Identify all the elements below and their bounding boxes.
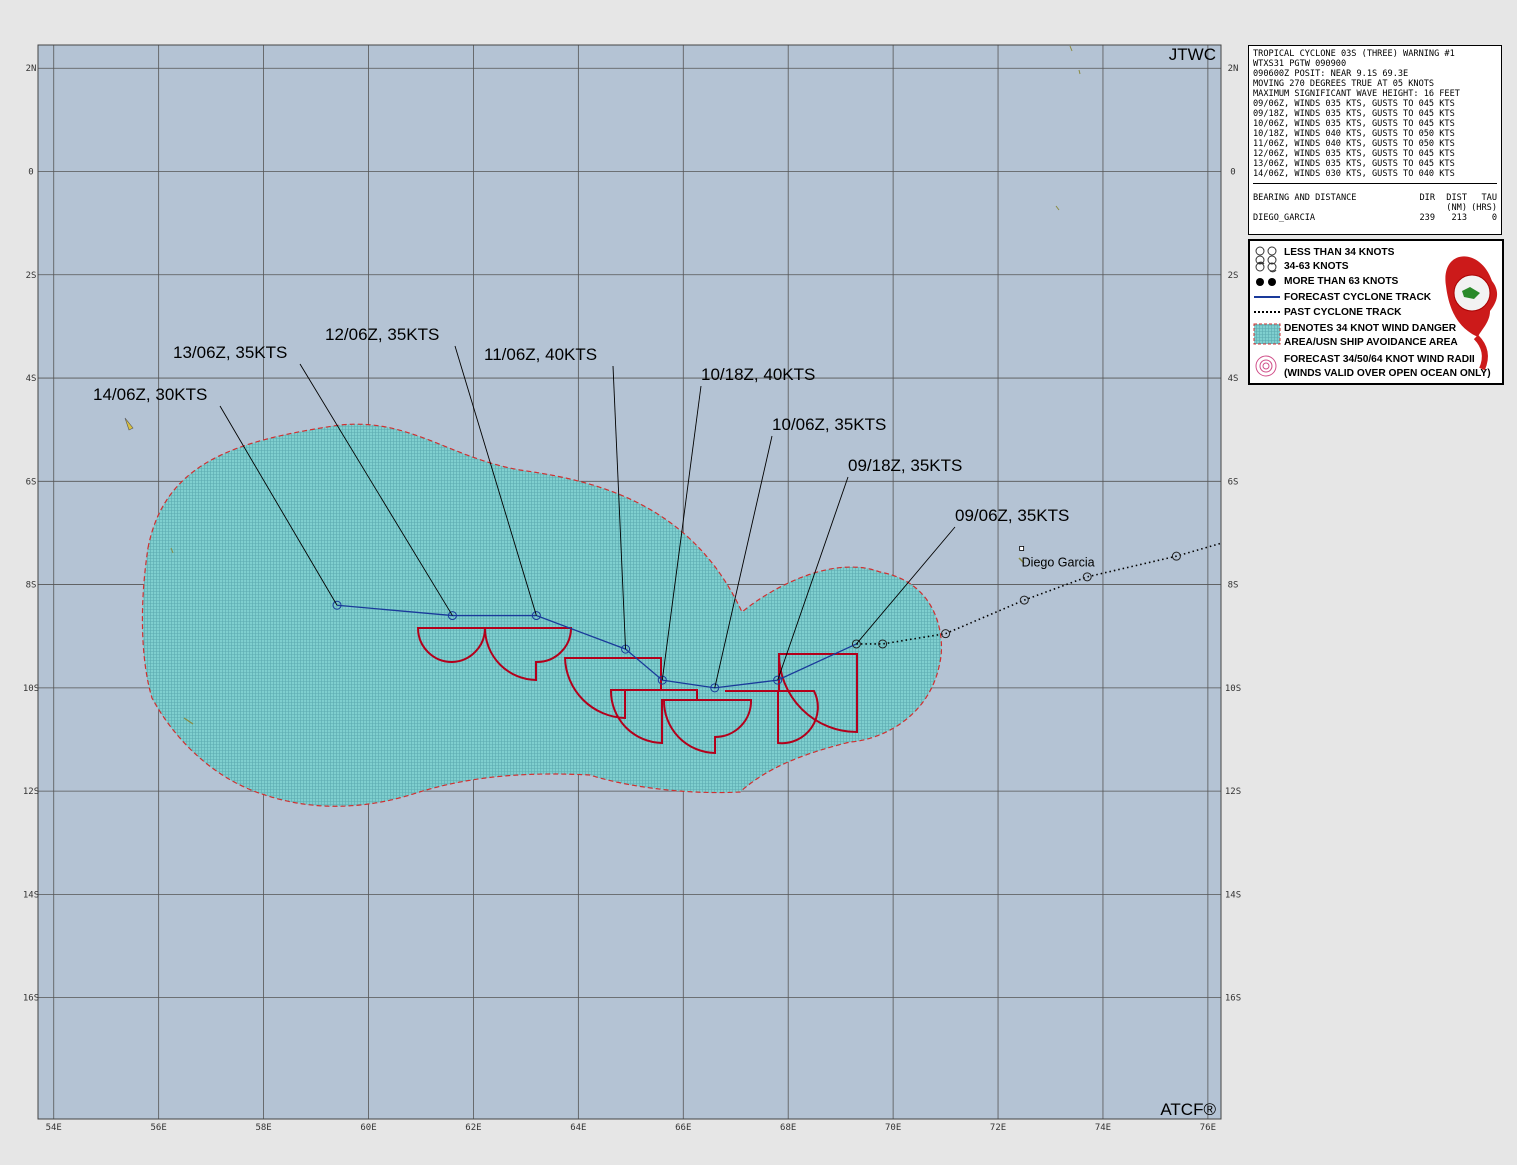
lon-tick-label: 74E [1095,1123,1111,1133]
lon-tick-label: 66E [675,1123,691,1133]
warning-line: WTXS31 PGTW 090900 [1253,59,1347,69]
filled-symbol-icon [1256,278,1276,286]
bearing-dir-header: DIR [1419,193,1435,203]
lat-tick-label-left: 0 [28,168,33,178]
lon-tick-label: 54E [46,1123,62,1133]
lon-tick-label: 64E [570,1123,586,1133]
lon-tick-label: 58E [255,1123,271,1133]
lat-tick-label-left: 4S [26,374,37,384]
lon-tick-label: 76E [1200,1123,1216,1133]
bearing-label: BEARING AND DISTANCE [1253,193,1357,203]
lat-tick-label-left: 6S [26,477,37,487]
bearing-units-row: (NM) (HRS) [1253,203,1497,213]
open-circle-icon [1255,246,1277,265]
legend-panel: LESS THAN 34 KNOTS 34-63 KNOTS MORE THAN 6… [1248,239,1504,385]
legend-item: AREA/USN SHIP AVOIDANCE AREA [1284,337,1458,348]
warning-line: 10/06Z, WINDS 035 KTS, GUSTS TO 045 KTS [1253,119,1455,129]
jtwc-logo [1445,256,1498,371]
diego-garcia-marker-icon [1019,546,1025,551]
legend-item: MORE THAN 63 KNOTS [1284,276,1399,287]
legend-item: FORECAST CYCLONE TRACK [1284,292,1432,303]
warning-line: 14/06Z, WINDS 030 KTS, GUSTS TO 040 KTS [1253,169,1455,179]
bearing-place: DIEGO_GARCIA [1253,213,1316,223]
danger-area-swatch-icon [1253,323,1281,345]
bearing-dist-header: DIST [1446,193,1467,203]
warning-line: MAXIMUM SIGNIFICANT WAVE HEIGHT: 16 FEET [1253,89,1460,99]
forecast-callout-label: 13/06Z, 35KTS [173,343,287,362]
forecast-callout-label: 14/06Z, 30KTS [93,385,207,404]
lon-tick-label: 70E [885,1123,901,1133]
lat-tick-label-right: 8S [1228,581,1239,591]
legend-item: DENOTES 34 KNOT WIND DANGER [1284,323,1457,334]
lat-tick-label-left: 16S [23,994,39,1004]
hurricane-symbol-icon [1255,261,1277,273]
atcf-label: ATCF® [1160,1100,1216,1119]
bearing-tau-header: TAU [1481,193,1497,203]
warning-line: 090600Z POSIT: NEAR 9.1S 69.3E [1253,69,1409,79]
bearing-header-row: BEARING AND DISTANCE DIR DIST TAU [1253,193,1497,203]
warning-title: TROPICAL CYCLONE 03S (THREE) WARNING #1 [1253,49,1455,59]
lat-tick-label-right: 2S [1228,271,1239,281]
warning-line: 12/06Z, WINDS 035 KTS, GUSTS TO 045 KTS [1253,149,1455,159]
lat-tick-label-left: 14S [23,890,39,900]
warning-line: 09/06Z, WINDS 035 KTS, GUSTS TO 045 KTS [1253,99,1455,109]
warning-line: 09/18Z, WINDS 035 KTS, GUSTS TO 045 KTS [1253,109,1455,119]
lon-tick-label: 56E [151,1123,167,1133]
lat-tick-label-right: 6S [1228,477,1239,487]
warning-line: 11/06Z, WINDS 040 KTS, GUSTS TO 050 KTS [1253,139,1455,149]
lon-tick-label: 62E [465,1123,481,1133]
lat-tick-label-right: 2N [1228,64,1239,74]
bearing-dist-value: 213 [1451,213,1467,223]
forecast-callout-label: 09/18Z, 35KTS [848,456,962,475]
lat-tick-label-left: 12S [23,787,39,797]
bearing-dist-unit: (NM) [1446,203,1467,213]
lat-tick-label-left: 2S [26,271,37,281]
bearing-tau-unit: (HRS) [1471,203,1497,213]
forecast-callout-label: 12/06Z, 35KTS [325,325,439,344]
warning-line: 10/18Z, WINDS 040 KTS, GUSTS TO 050 KTS [1253,129,1455,139]
forecast-callout-label: 10/18Z, 40KTS [701,365,815,384]
lat-tick-label-right: 10S [1225,684,1241,694]
place-label: Diego Garcia [1022,555,1095,569]
warning-line: 13/06Z, WINDS 035 KTS, GUSTS TO 045 KTS [1253,159,1455,169]
wind-radii-icon [1255,355,1277,377]
lon-tick-label: 68E [780,1123,796,1133]
lat-tick-label-right: 14S [1225,890,1241,900]
forecast-callout-label: 09/06Z, 35KTS [955,506,1069,525]
lat-tick-label-right: 16S [1225,994,1241,1004]
forecast-callout-label: 11/06Z, 40KTS [484,345,597,364]
warning-line: MOVING 270 DEGREES TRUE AT 05 KNOTS [1253,79,1435,89]
legend-item: 34-63 KNOTS [1284,261,1349,272]
lat-tick-label-right: 4S [1228,374,1239,384]
lat-tick-label-right: 0 [1230,168,1235,178]
legend-item: (WINDS VALID OVER OPEN OCEAN ONLY) [1284,368,1491,379]
lat-tick-label-right: 12S [1225,787,1241,797]
lon-tick-label: 72E [990,1123,1006,1133]
bearing-data-row: DIEGO_GARCIA 239 213 0 [1253,213,1497,223]
jtwc-label: JTWC [1169,45,1216,64]
bearing-tau-value: 0 [1491,213,1497,223]
legend-item: LESS THAN 34 KNOTS [1284,247,1395,258]
warning-divider [1253,183,1497,184]
lon-tick-label: 60E [360,1123,376,1133]
lat-tick-label-left: 10S [23,684,39,694]
warning-info-panel: TROPICAL CYCLONE 03S (THREE) WARNING #1 W… [1248,45,1502,235]
lat-tick-label-left: 2N [26,64,37,74]
legend-item: FORECAST 34/50/64 KNOT WIND RADII [1284,354,1475,365]
lat-tick-label-left: 8S [26,581,37,591]
forecast-callout-label: 10/06Z, 35KTS [772,415,886,434]
legend-item: PAST CYCLONE TRACK [1284,307,1402,318]
bearing-dir-value: 239 [1419,213,1435,223]
